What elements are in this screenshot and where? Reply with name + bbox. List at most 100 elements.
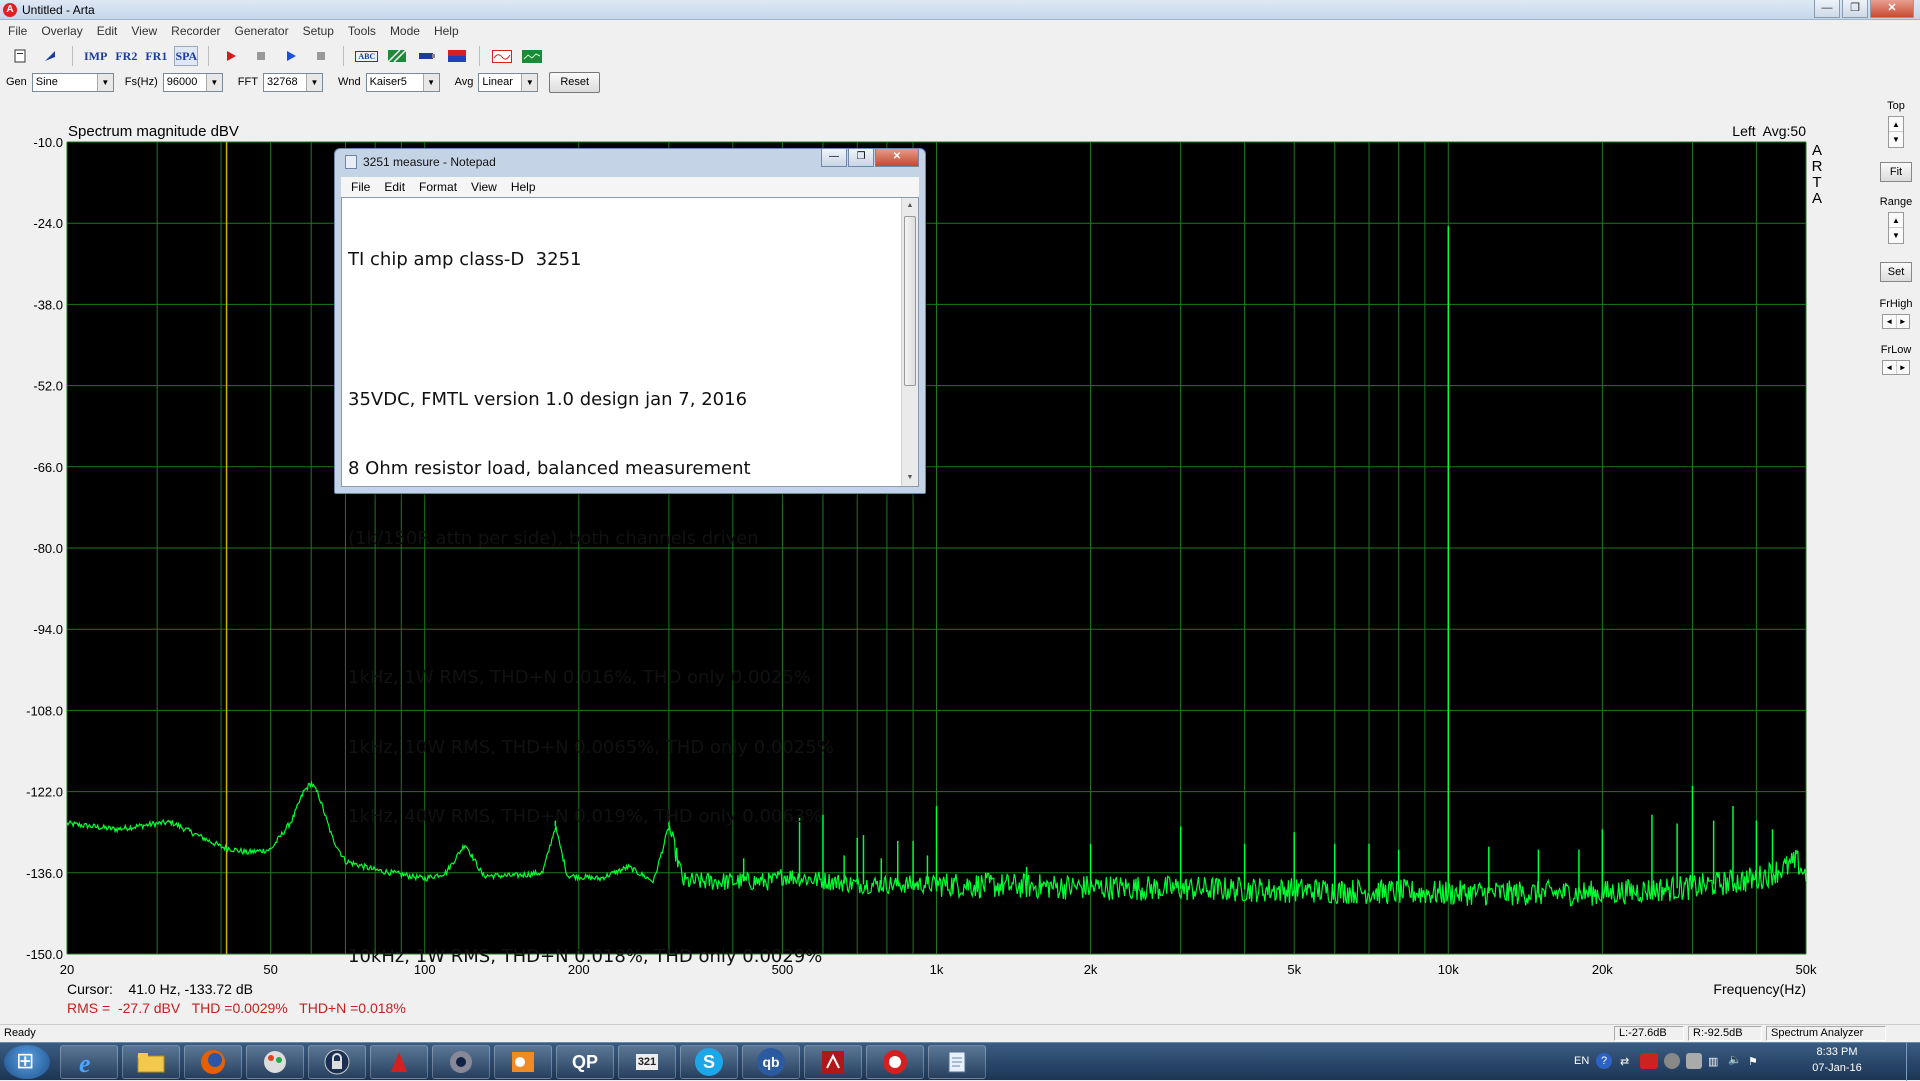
waveform-icon[interactable]	[490, 46, 514, 66]
minimize-button[interactable]: —	[1814, 0, 1840, 18]
notepad-close-button[interactable]: ✕	[875, 149, 919, 167]
scrollbar-thumb[interactable]	[904, 216, 916, 386]
menu-file[interactable]: File	[8, 24, 27, 38]
spectrum-plot[interactable]: Spectrum magnitude dBV Left Avg:50 ARTA …	[0, 96, 1872, 1026]
menu-edit[interactable]: Edit	[97, 24, 118, 38]
abc-icon[interactable]: ABC	[354, 46, 379, 66]
network-icon[interactable]: ▥	[1708, 1055, 1718, 1068]
show-desktop-button[interactable]	[1906, 1043, 1918, 1081]
pdf-icon[interactable]	[804, 1045, 862, 1079]
lock-icon[interactable]	[308, 1045, 366, 1079]
notepad-text-area[interactable]: TI chip amp class-D 3251 35VDC, FMTL ver…	[341, 197, 919, 967]
impulse-mode-button[interactable]: IMP	[83, 46, 108, 66]
spin-down-icon[interactable]: ▼	[1889, 132, 1903, 147]
fr1-mode-button[interactable]: FR1	[144, 46, 168, 66]
status-ready: Ready	[4, 1027, 36, 1039]
menu-help[interactable]: Help	[434, 24, 459, 38]
flag-icon[interactable]	[445, 46, 469, 66]
folder-icon[interactable]	[122, 1045, 180, 1079]
notepad-window[interactable]: 3251 measure - Notepad — ❐ ✕ File Edit F…	[334, 148, 926, 967]
notepad-icon[interactable]	[928, 1045, 986, 1079]
ie-icon[interactable]: e	[60, 1045, 118, 1079]
record-stop-icon[interactable]	[249, 46, 273, 66]
notepad-menu-file[interactable]: File	[351, 180, 370, 194]
reset-button[interactable]: Reset	[549, 71, 601, 93]
menu-recorder[interactable]: Recorder	[171, 24, 220, 38]
notepad-menu-view[interactable]: View	[471, 180, 497, 194]
y-tick-label: -108.0	[26, 703, 63, 718]
spectrum-icon[interactable]	[520, 46, 544, 66]
menu-setup[interactable]: Setup	[303, 24, 334, 38]
range-spinner[interactable]: ▲ ▼	[1888, 212, 1904, 244]
close-button[interactable]: ✕	[1870, 0, 1914, 18]
abc-icon-label: ABC	[355, 50, 379, 62]
right-arrow-icon[interactable]: ►	[1897, 361, 1910, 374]
set-button[interactable]: Set	[1880, 262, 1912, 282]
hatch-icon[interactable]	[385, 46, 409, 66]
notepad-minimize-button[interactable]: —	[821, 149, 847, 167]
spa-mode-button[interactable]: SPA	[174, 46, 199, 66]
window-select[interactable]: Kaiser5 ▼	[365, 72, 440, 92]
firefox-icon[interactable]	[184, 1045, 242, 1079]
menu-view[interactable]: View	[131, 24, 157, 38]
skype-icon[interactable]: S	[680, 1045, 738, 1079]
tray-disk-icon[interactable]	[1664, 1053, 1680, 1069]
outlook-icon[interactable]	[494, 1045, 552, 1079]
notepad-line: 1kHz, 40W RMS, THD+N 0.019%, THD only 0.…	[348, 806, 823, 828]
scroll-up-icon[interactable]: ▲	[902, 198, 918, 214]
fft-size-select[interactable]: 32768 ▼	[262, 72, 323, 92]
sample-rate-select[interactable]: 96000 ▼	[162, 72, 223, 92]
fs-label: Fs(Hz)	[124, 76, 158, 88]
fr2-mode-button[interactable]: FR2	[114, 46, 138, 66]
webcam-icon[interactable]	[432, 1045, 490, 1079]
maximize-button[interactable]: ❐	[1842, 0, 1868, 18]
tray-arrows-icon[interactable]: ⇄	[1620, 1055, 1629, 1068]
help-icon[interactable]: ?	[1596, 1053, 1612, 1069]
left-arrow-icon[interactable]: ◄	[1883, 315, 1897, 328]
language-indicator[interactable]: EN	[1574, 1055, 1589, 1067]
stop-icon[interactable]	[309, 46, 333, 66]
frlow-stepper[interactable]: ◄ ►	[1882, 360, 1910, 375]
frhigh-stepper[interactable]: ◄ ►	[1882, 314, 1910, 329]
connector-icon[interactable]	[415, 46, 439, 66]
notepad-menu-help[interactable]: Help	[511, 180, 536, 194]
spin-up-icon[interactable]: ▲	[1889, 213, 1903, 228]
flag-tray-icon[interactable]: ⚑	[1748, 1055, 1758, 1068]
left-arrow-icon[interactable]: ◄	[1883, 361, 1897, 374]
menu-generator[interactable]: Generator	[235, 24, 289, 38]
top-spinner[interactable]: ▲ ▼	[1888, 116, 1904, 148]
notepad-menu-edit[interactable]: Edit	[384, 180, 405, 194]
menu-tools[interactable]: Tools	[348, 24, 376, 38]
right-arrow-icon[interactable]: ►	[1897, 315, 1910, 328]
notepad-scrollbar[interactable]: ▲ ▼	[901, 198, 918, 486]
menu-mode[interactable]: Mode	[390, 24, 420, 38]
menu-overlay[interactable]: Overlay	[41, 24, 82, 38]
notepad-titlebar[interactable]: 3251 measure - Notepad — ❐ ✕	[335, 149, 925, 175]
tray-printer-icon[interactable]	[1686, 1053, 1702, 1069]
new-file-icon[interactable]	[8, 46, 32, 66]
generator-select[interactable]: Sine ▼	[31, 72, 114, 92]
notepad-line: 35VDC, FMTL version 1.0 design jan 7, 20…	[348, 388, 748, 410]
play-icon[interactable]	[279, 46, 303, 66]
clock-time[interactable]: 8:33 PM	[1794, 1046, 1880, 1058]
qb-icon[interactable]: qb	[742, 1045, 800, 1079]
volume-icon[interactable]: 🔈	[1728, 1053, 1742, 1066]
clock-date[interactable]: 07-Jan-16	[1794, 1062, 1880, 1074]
spin-down-icon[interactable]: ▼	[1889, 228, 1903, 243]
paint-icon[interactable]	[246, 1045, 304, 1079]
spin-up-icon[interactable]: ▲	[1889, 117, 1903, 132]
acrobat-icon[interactable]	[370, 1045, 428, 1079]
arta-icon[interactable]	[866, 1045, 924, 1079]
x-tick-label: 10k	[1438, 962, 1459, 977]
averaging-select[interactable]: Linear ▼	[478, 72, 539, 92]
fit-button[interactable]: Fit	[1880, 162, 1912, 182]
quattro-icon[interactable]: QP	[556, 1045, 614, 1079]
record-play-icon[interactable]	[219, 46, 243, 66]
notepad-maximize-button[interactable]: ❐	[848, 149, 874, 167]
calendar-icon[interactable]: 321	[618, 1045, 676, 1079]
start-button[interactable]	[4, 1045, 50, 1079]
tray-app-icon[interactable]	[1640, 1053, 1658, 1069]
scroll-down-icon[interactable]: ▼	[902, 470, 918, 486]
open-arrow-icon[interactable]	[38, 46, 62, 66]
notepad-menu-format[interactable]: Format	[419, 180, 457, 194]
